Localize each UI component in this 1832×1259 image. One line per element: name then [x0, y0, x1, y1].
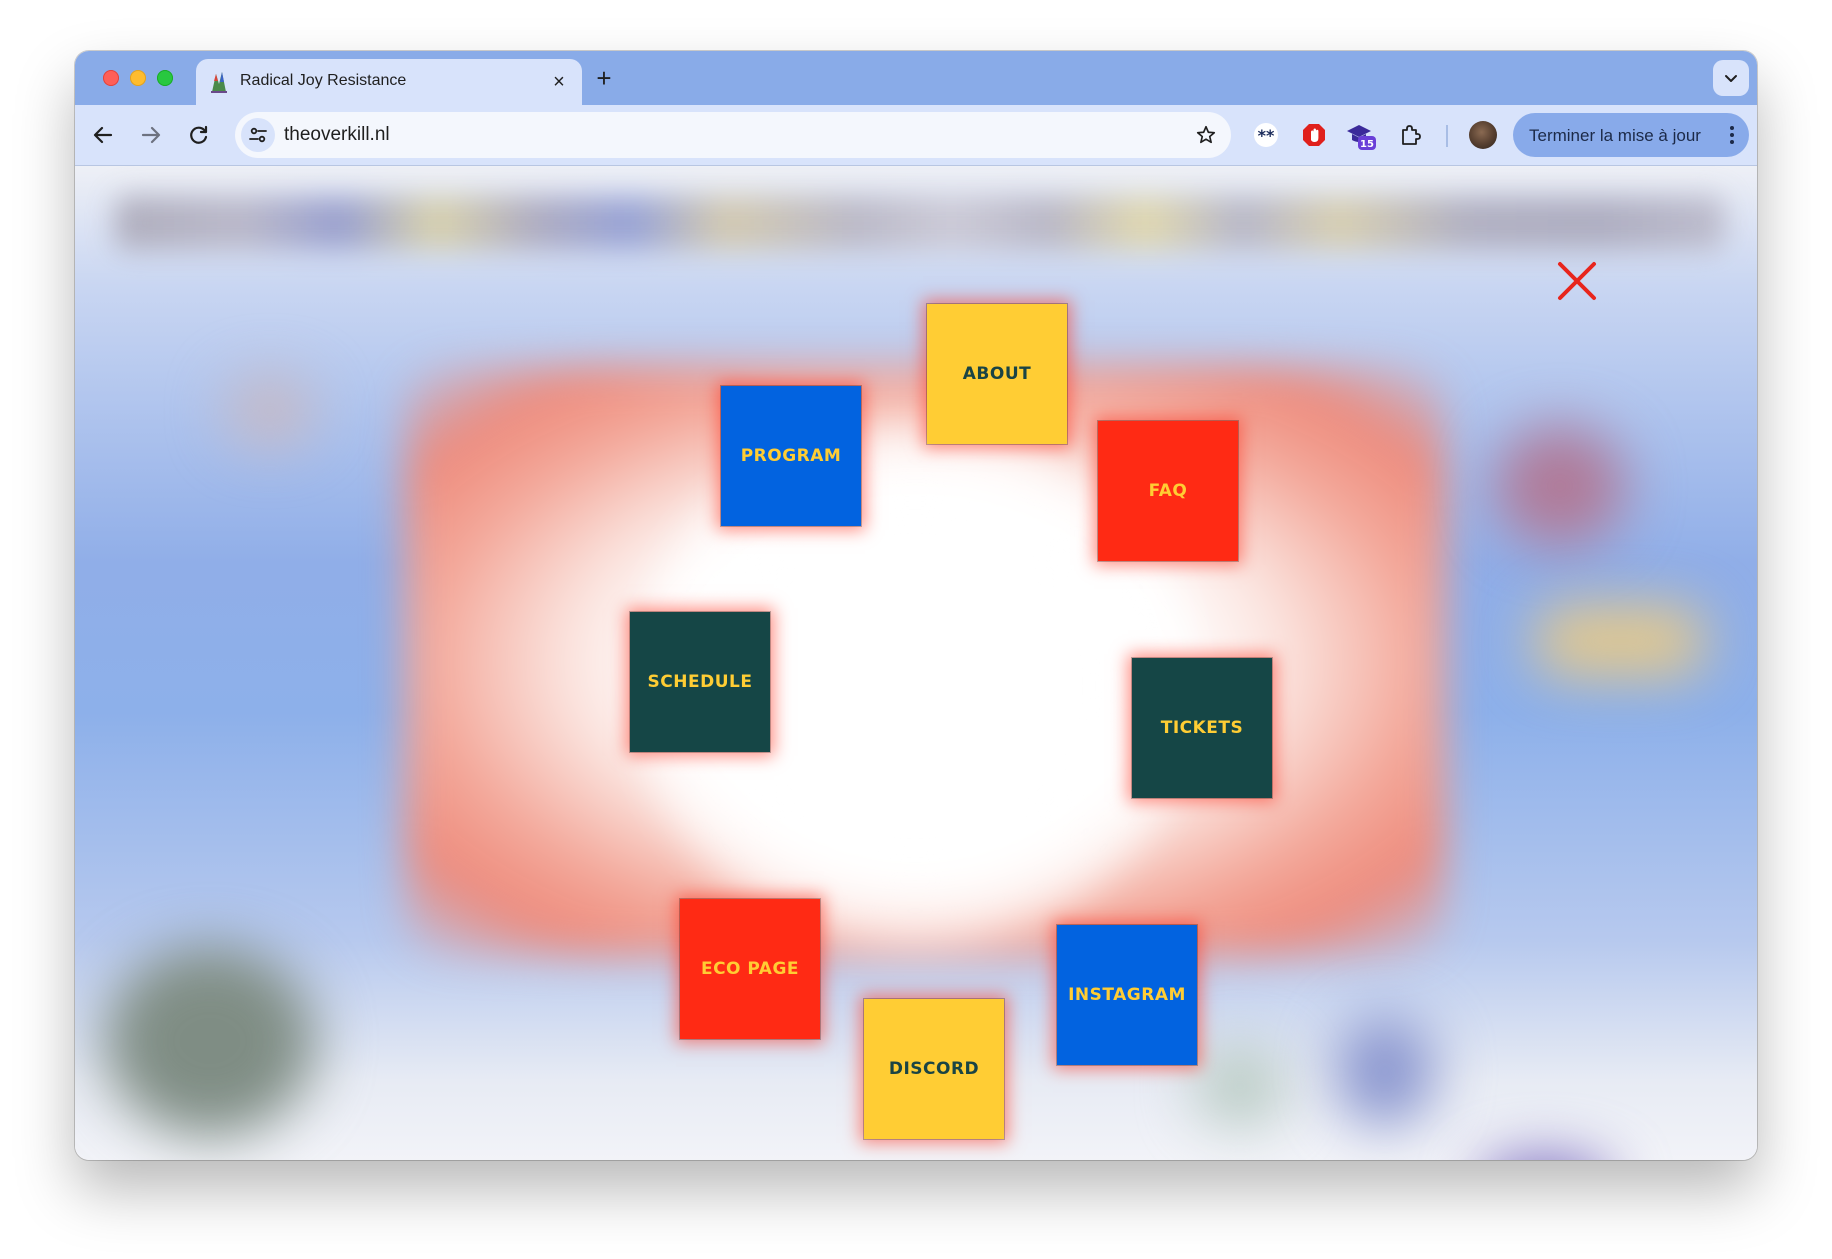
profile-avatar[interactable]	[1469, 121, 1497, 149]
desktop: Radical Joy Resistance × + theoverkill.n…	[0, 0, 1832, 1259]
blurred-shape	[1475, 1156, 1615, 1160]
reload-button[interactable]	[181, 117, 217, 153]
reload-icon	[190, 125, 208, 144]
back-arrow-icon	[93, 126, 113, 144]
tab-title: Radical Joy Resistance	[240, 72, 407, 89]
toolbar-divider	[1446, 125, 1448, 147]
menu-tile-about[interactable]: About	[926, 303, 1068, 445]
extensions-puzzle-icon[interactable]	[1393, 118, 1427, 152]
page-viewport: About FAQ Tickets Instagram Discord Eco …	[75, 166, 1757, 1160]
browser-window: Radical Joy Resistance × + theoverkill.n…	[75, 51, 1757, 1160]
blurred-shape	[105, 946, 315, 1136]
extension-asterisk-icon[interactable]: **	[1249, 118, 1283, 152]
menu-tile-discord[interactable]: Discord	[863, 998, 1005, 1140]
menu-tile-tickets[interactable]: Tickets	[1131, 657, 1273, 799]
menu-tile-label: Eco page	[700, 959, 800, 979]
blurred-shape	[1335, 1016, 1435, 1126]
extension-adblock-icon[interactable]	[1297, 118, 1331, 152]
maximize-window-button[interactable]	[157, 70, 173, 86]
extension-graduation-icon[interactable]: 15	[1344, 118, 1378, 152]
forward-button[interactable]	[133, 117, 169, 153]
menu-tile-instagram[interactable]: Instagram	[1056, 924, 1198, 1066]
menu-tile-faq[interactable]: FAQ	[1097, 420, 1239, 562]
blurred-shape	[225, 376, 315, 446]
site-info-button[interactable]	[241, 118, 275, 152]
svg-text:**: **	[1258, 126, 1275, 145]
blurred-shape	[1495, 426, 1625, 546]
chevron-down-icon	[1725, 75, 1737, 82]
menu-tile-label: Discord	[888, 1059, 980, 1079]
tune-icon	[249, 127, 267, 143]
tab-close-icon[interactable]: ×	[548, 71, 570, 93]
minimize-window-button[interactable]	[130, 70, 146, 86]
url-text[interactable]: theoverkill.nl	[284, 124, 390, 146]
back-button[interactable]	[85, 117, 121, 153]
menu-tile-program[interactable]: Program	[720, 385, 862, 527]
update-button-label: Terminer la mise à jour	[1529, 126, 1701, 145]
tab-search-button[interactable]	[1713, 60, 1749, 96]
menu-tile-label: Schedule	[647, 672, 753, 692]
tab-strip: Radical Joy Resistance × +	[75, 51, 1757, 105]
blurred-shape	[1195, 1046, 1285, 1126]
new-tab-button[interactable]: +	[590, 63, 618, 93]
address-bar[interactable]: theoverkill.nl	[235, 112, 1231, 158]
menu-tile-label: About	[962, 364, 1032, 384]
menu-tile-label: FAQ	[1148, 481, 1188, 501]
update-button[interactable]: Terminer la mise à jour	[1513, 113, 1749, 157]
site-favicon-icon	[208, 70, 230, 94]
menu-tile-label: Tickets	[1160, 718, 1244, 738]
three-dots-vertical-icon[interactable]	[1729, 125, 1735, 145]
menu-tile-eco-page[interactable]: Eco page	[679, 898, 821, 1040]
close-menu-icon[interactable]	[1557, 261, 1597, 301]
menu-tile-label: Instagram	[1068, 985, 1186, 1005]
close-window-button[interactable]	[103, 70, 119, 86]
browser-toolbar: theoverkill.nl ** 15 Terminer la mise à …	[75, 105, 1757, 166]
blurred-site-nav	[115, 196, 1725, 250]
extension-badge: 15	[1360, 139, 1374, 150]
menu-tile-label: Program	[740, 446, 842, 466]
star-outline-icon	[1196, 125, 1216, 144]
forward-arrow-icon	[141, 126, 161, 144]
tab-radical-joy-resistance[interactable]: Radical Joy Resistance ×	[196, 59, 582, 105]
blurred-shape	[1535, 606, 1705, 676]
menu-tile-schedule[interactable]: Schedule	[629, 611, 771, 753]
bookmark-button[interactable]	[1193, 122, 1219, 148]
